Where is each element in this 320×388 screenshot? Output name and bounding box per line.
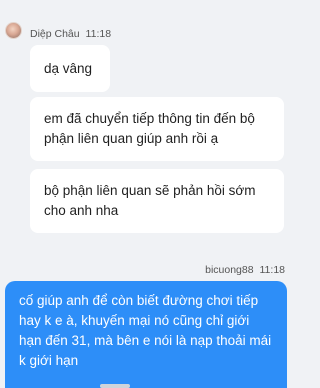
message-text: dạ vâng xyxy=(44,60,93,76)
contact-header: Diệp Châu 11:18 xyxy=(30,28,111,40)
incoming-message[interactable]: bộ phận liên quan sẽ phản hồi sớm cho an… xyxy=(30,169,284,233)
incoming-message[interactable]: em đã chuyển tiếp thông tin đến bộ phận … xyxy=(30,97,284,161)
contact-name: Diệp Châu xyxy=(30,28,80,40)
chat-thread: Diệp Châu 11:18 dạ vâng em đã chuyển tiế… xyxy=(0,0,294,388)
contact-avatar[interactable] xyxy=(5,22,22,39)
my-message-header: bicuong88 11:18 xyxy=(205,264,285,276)
incoming-message[interactable]: dạ vâng xyxy=(30,45,110,92)
my-name: bicuong88 xyxy=(205,264,254,276)
outgoing-message[interactable]: cố giúp anh để còn biết đường chơi tiếp … xyxy=(5,281,287,388)
next-message-edge xyxy=(100,384,130,388)
message-text: em đã chuyển tiếp thông tin đến bộ phận … xyxy=(44,111,255,146)
message-text: cố giúp anh để còn biết đường chơi tiếp … xyxy=(19,293,272,368)
message-time: 11:18 xyxy=(85,28,112,40)
message-text: bộ phận liên quan sẽ phản hồi sớm cho an… xyxy=(44,183,256,218)
message-time: 11:18 xyxy=(259,264,286,276)
